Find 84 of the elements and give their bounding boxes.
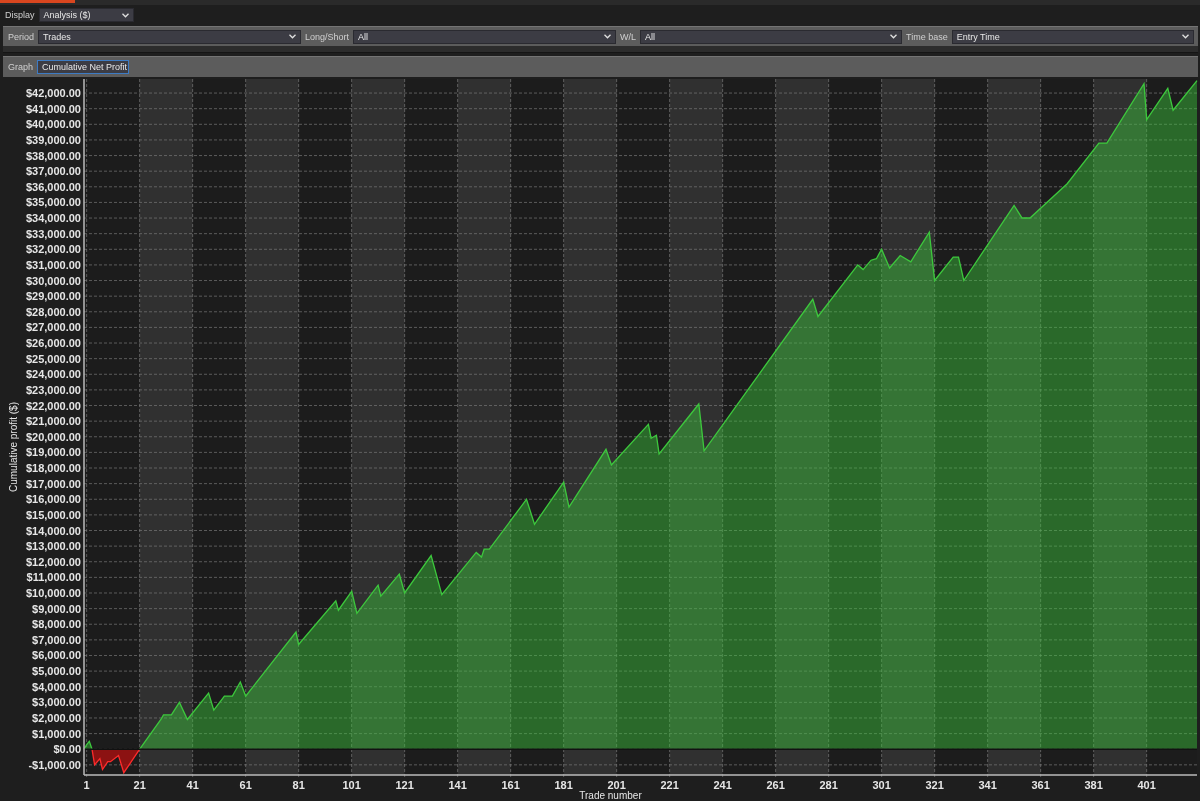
y-tick-label: $26,000.00 (25, 337, 81, 350)
y-tick-label: $0.00 (53, 743, 81, 756)
y-tick-label: $16,000.00 (25, 493, 81, 506)
y-tick-label: $30,000.00 (25, 274, 81, 287)
y-tick-label: $31,000.00 (25, 258, 81, 271)
y-tick-label: $29,000.00 (25, 290, 81, 303)
y-tick-label: $28,000.00 (25, 305, 81, 318)
x-tick-label: 281 (819, 779, 838, 791)
x-tick-label: 81 (292, 779, 305, 791)
y-tick-label: $22,000.00 (25, 399, 81, 412)
x-tick-label: 221 (660, 779, 679, 791)
display-dropdown[interactable]: Analysis ($) (38, 8, 134, 23)
y-tick-label: $13,000.00 (25, 540, 81, 553)
y-tick-label: $12,000.00 (25, 555, 81, 568)
y-tick-label: $24,000.00 (25, 368, 81, 381)
x-tick-label: 201 (607, 779, 626, 791)
x-tick-label: 41 (186, 779, 199, 791)
y-tick-label: $38,000.00 (25, 149, 81, 162)
chevron-down-icon (121, 12, 129, 18)
y-tick-label: $1,000.00 (32, 727, 81, 740)
x-tick-label: 381 (1084, 779, 1103, 791)
y-tick-label: $36,000.00 (25, 180, 81, 193)
y-tick-label: $40,000.00 (25, 118, 81, 131)
x-tick-label: 321 (925, 779, 944, 791)
y-tick-label: $37,000.00 (25, 165, 81, 178)
x-tick-label: 241 (713, 779, 732, 791)
y-tick-label: $39,000.00 (25, 133, 81, 146)
y-tick-label: $18,000.00 (25, 462, 81, 474)
filter-label: Time base (906, 31, 948, 42)
x-tick-label: 101 (342, 779, 361, 791)
y-tick-label: $9,000.00 (32, 602, 81, 615)
y-tick-label: $32,000.00 (25, 243, 81, 256)
y-tick-label: $6,000.00 (32, 649, 81, 662)
x-tick-label: 61 (239, 779, 252, 791)
chevron-down-icon (1182, 34, 1189, 39)
x-tick-label: 341 (978, 779, 997, 791)
y-tick-label: $42,000.00 (25, 87, 81, 100)
x-tick-label: 161 (501, 779, 520, 791)
chevron-down-icon (604, 34, 612, 39)
y-tick-label: $17,000.00 (25, 477, 81, 490)
x-tick-label: 401 (1137, 779, 1156, 791)
y-tick-label: $23,000.00 (25, 383, 81, 396)
x-tick-label: 121 (395, 779, 414, 791)
y-tick-label: $5,000.00 (32, 665, 81, 678)
filter-label: W/L (620, 31, 637, 42)
y-tick-label: $14,000.00 (25, 524, 81, 537)
filter-dropdown[interactable]: All (640, 29, 903, 44)
y-axis-title: Cumulative profit ($) (8, 402, 19, 492)
x-tick-label: 1 (83, 779, 90, 791)
y-tick-label: $11,000.00 (26, 571, 81, 584)
chevron-down-icon (289, 34, 296, 39)
y-tick-label: $8,000.00 (32, 618, 81, 631)
y-tick-label: -$1,000.00 (28, 758, 81, 771)
x-axis-title: Trade number (579, 790, 642, 801)
x-tick-label: 181 (554, 779, 573, 791)
filter-label: Period (8, 31, 34, 42)
display-label: Display (5, 10, 35, 21)
filter-label: Long/Short (305, 31, 350, 42)
y-tick-label: $41,000.00 (25, 102, 81, 115)
graph-label: Graph (8, 62, 33, 73)
graph-dropdown[interactable]: Cumulative Net Profit (37, 60, 129, 75)
x-tick-label: 301 (872, 779, 891, 791)
y-tick-label: $27,000.00 (25, 321, 81, 334)
y-tick-label: $25,000.00 (25, 352, 81, 365)
y-tick-label: $20,000.00 (25, 430, 81, 443)
y-tick-label: $21,000.00 (25, 415, 81, 428)
y-tick-label: $19,000.00 (25, 446, 81, 459)
y-tick-label: $2,000.00 (32, 712, 81, 724)
filter-dropdown[interactable]: Entry Time (951, 29, 1194, 44)
x-tick-label: 141 (448, 779, 467, 791)
y-tick-label: $7,000.00 (32, 633, 81, 646)
x-tick-label: 21 (133, 779, 146, 791)
x-tick-label: 261 (766, 779, 785, 791)
y-tick-label: $33,000.00 (25, 227, 81, 240)
filter-dropdown[interactable]: Trades (38, 29, 301, 44)
y-tick-label: $34,000.00 (25, 212, 81, 225)
x-tick-label: 361 (1031, 779, 1050, 791)
y-tick-label: $10,000.00 (25, 587, 81, 599)
y-tick-label: $15,000.00 (25, 508, 81, 521)
filter-dropdown[interactable]: All (353, 29, 617, 44)
chevron-down-icon (890, 34, 898, 39)
y-tick-label: $35,000.00 (25, 196, 81, 209)
y-tick-label: $3,000.00 (32, 696, 81, 709)
y-tick-label: $4,000.00 (32, 680, 81, 693)
